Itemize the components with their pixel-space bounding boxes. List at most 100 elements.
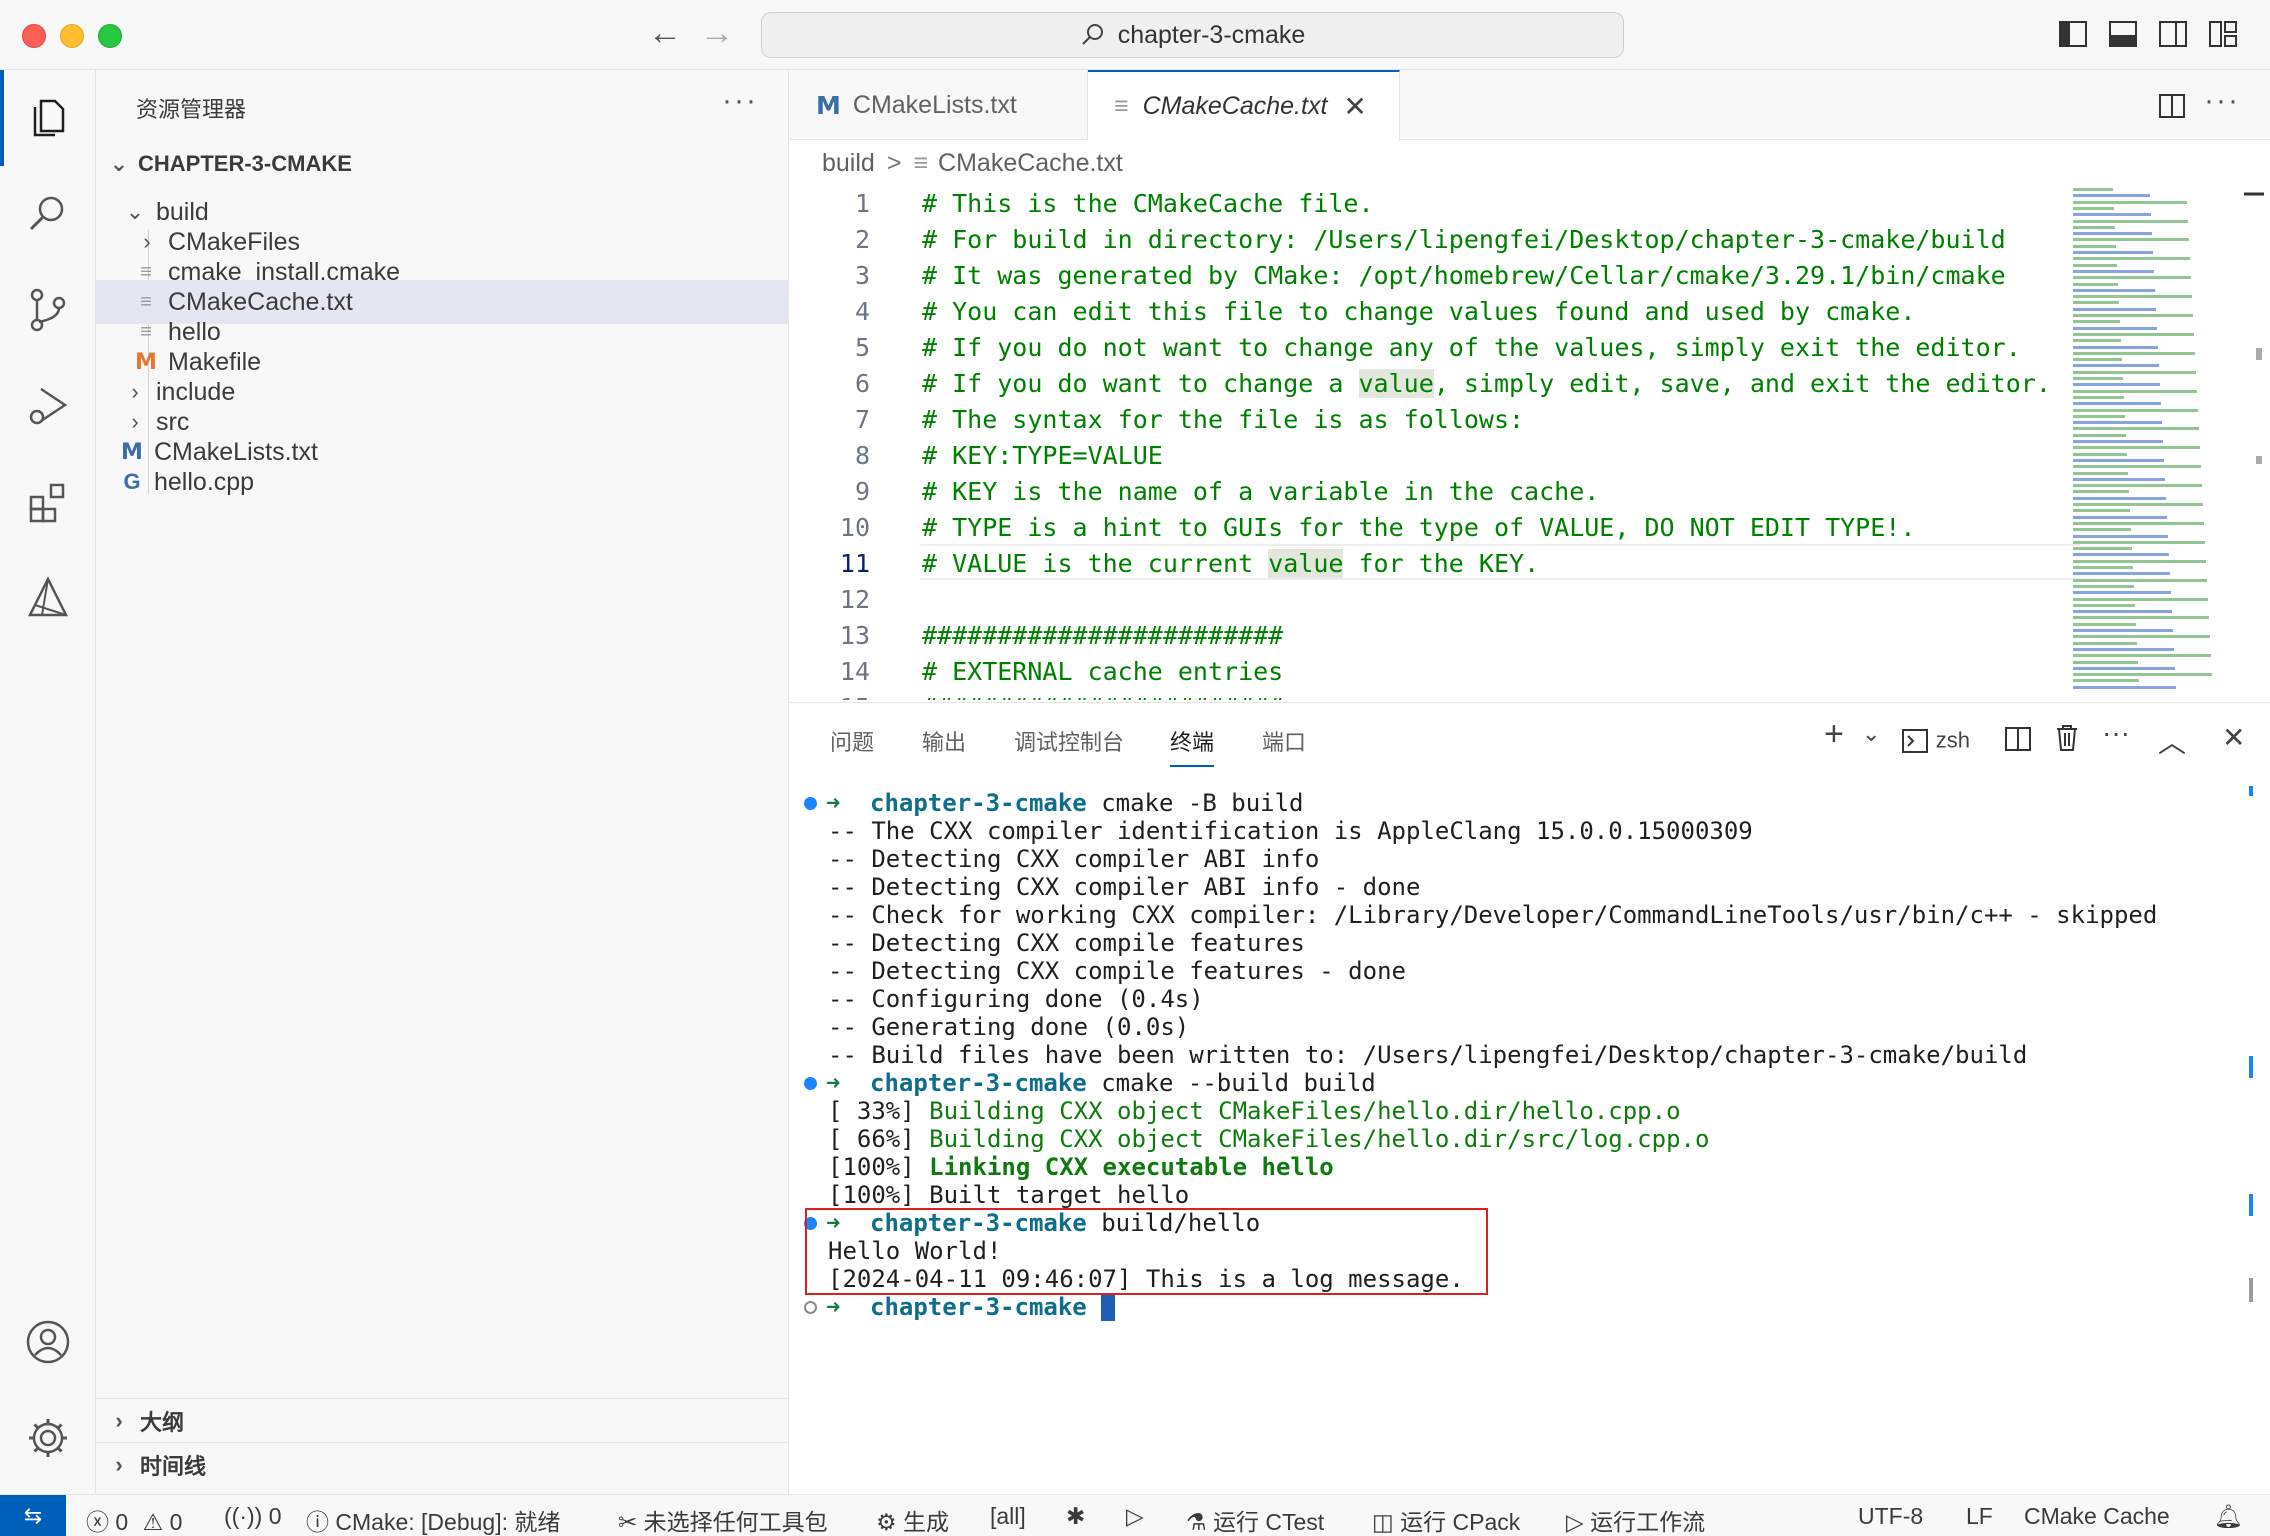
outline-section[interactable]: › 大纲: [96, 1398, 789, 1442]
cmake-build-button[interactable]: ⚙ 生成: [876, 1503, 949, 1536]
code-line[interactable]: 10 # TYPE is a hint to GUIs for the type …: [790, 510, 2070, 546]
code-line[interactable]: 2 # For build in directory: /Users/lipeng…: [790, 222, 2070, 258]
account-icon[interactable]: [0, 1294, 96, 1390]
build-progress: [100%]: [828, 1181, 930, 1209]
minimap-line: [2073, 314, 2193, 317]
panel-more-actions-icon[interactable]: ···: [2102, 717, 2130, 749]
code-line[interactable]: 15 ########################: [790, 690, 2070, 700]
code-editor[interactable]: 1 # This is the CMakeCache file. 2 # For bu…: [790, 184, 2270, 700]
workspace-root-folder[interactable]: ⌄ CHAPTER-3-CMAKE: [96, 142, 789, 186]
tab-debug-console[interactable]: 调试控制台: [1014, 725, 1124, 757]
code-line[interactable]: 8 # KEY:TYPE=VALUE: [790, 438, 2070, 474]
window-close-button[interactable]: [22, 24, 46, 48]
debug-bug-icon[interactable]: ✱: [1066, 1503, 1085, 1530]
maximize-panel-icon[interactable]: ︿: [2158, 721, 2186, 761]
window-maximize-button[interactable]: [98, 24, 122, 48]
ctest-button[interactable]: ⚗ 运行 CTest: [1186, 1503, 1324, 1536]
back-arrow-icon[interactable]: ←: [648, 14, 682, 53]
code-segment: # The syntax for the file is as follows:: [922, 405, 1525, 434]
split-terminal-icon[interactable]: [2004, 725, 2032, 753]
code-text: # It was generated by CMake: /opt/homebr…: [922, 258, 2006, 294]
code-line[interactable]: 12: [790, 582, 2070, 618]
line-number: 11: [839, 549, 870, 578]
code-line[interactable]: 4 # You can edit this file to change valu…: [790, 294, 2070, 330]
code-line[interactable]: 14 # EXTERNAL cache entries: [790, 654, 2070, 690]
run-debug-icon[interactable]: [0, 358, 96, 454]
code-line[interactable]: 6 # If you do want to change a value, sim…: [790, 366, 2070, 402]
code-line[interactable]: 5 # If you do not want to change any of t…: [790, 330, 2070, 366]
toggle-primary-sidebar-icon[interactable]: [2058, 19, 2088, 49]
settings-gear-icon[interactable]: [0, 1390, 96, 1486]
prompt-directory: chapter-3-cmake: [870, 1069, 1087, 1097]
toggle-panel-icon[interactable]: [2108, 19, 2138, 49]
split-editor-icon[interactable]: [2158, 92, 2186, 120]
code-line[interactable]: 9 # KEY is the name of a variable in the …: [790, 474, 2070, 510]
terminal-cursor: [1101, 1295, 1116, 1321]
output-text: -- Detecting CXX compiler ABI info - don…: [828, 873, 1421, 901]
tab-cmakecache[interactable]: ≡ CMakeCache.txt ✕: [1088, 70, 1400, 141]
minimap-line: [2073, 307, 2156, 311]
minimap-line: [2073, 421, 2162, 425]
eol-status[interactable]: LF: [1966, 1503, 1993, 1530]
command-center-search[interactable]: chapter-3-cmake: [761, 12, 1624, 58]
editor-scrollbar[interactable]: [2238, 184, 2270, 700]
new-terminal-icon[interactable]: +: [1824, 715, 1844, 754]
timeline-section[interactable]: › 时间线: [96, 1442, 789, 1486]
code-line[interactable]: 7 # The syntax for the file is as follows…: [790, 402, 2070, 438]
sidebar-more-actions-icon[interactable]: ···: [722, 84, 758, 118]
ports-status[interactable]: ((·)) 0: [224, 1503, 281, 1530]
editor-more-actions-icon[interactable]: ···: [2204, 84, 2240, 118]
command-status-dot-icon[interactable]: [804, 797, 817, 810]
terminal-shell-selector[interactable]: zsh: [1902, 723, 1970, 755]
language-mode-status[interactable]: CMake Cache: [2024, 1503, 2170, 1530]
cmake-kit-selector[interactable]: ✂ 未选择任何工具包: [618, 1503, 828, 1536]
code-line[interactable]: 11 # VALUE is the current value for the K…: [790, 546, 2070, 582]
cmake-icon[interactable]: [0, 550, 96, 646]
code-segment: , simply edit, save, and exit the editor…: [1433, 369, 2051, 398]
prompt-directory: chapter-3-cmake: [870, 1293, 1087, 1321]
encoding-status[interactable]: UTF-8: [1858, 1503, 1923, 1530]
cpack-button[interactable]: ◫ 运行 CPack: [1372, 1503, 1520, 1536]
source-control-icon[interactable]: [0, 262, 96, 358]
tab-cmakelists[interactable]: M CMakeLists.txt: [790, 70, 1088, 140]
close-panel-icon[interactable]: ✕: [2222, 721, 2245, 754]
explorer-icon[interactable]: [0, 70, 96, 166]
customize-layout-icon[interactable]: [2208, 19, 2238, 49]
command-status-dot-icon[interactable]: [804, 1301, 817, 1314]
workflow-button[interactable]: ▷ 运行工作流: [1566, 1503, 1705, 1536]
code-line[interactable]: 1 # This is the CMakeCache file.: [790, 186, 2070, 222]
cmake-status-label: CMake: [Debug]: 就绪: [335, 1509, 561, 1535]
remote-icon[interactable]: ⇆: [0, 1495, 66, 1536]
minimap-line: [2073, 257, 2190, 261]
code-segment: # EXTERNAL cache entries: [922, 657, 1284, 686]
problems-status[interactable]: ⓧ 0 ⚠ 0: [86, 1503, 182, 1536]
window-minimize-button[interactable]: [60, 24, 84, 48]
minimap[interactable]: [2065, 184, 2235, 700]
minimap-line: [2073, 364, 2159, 368]
chevron-down-icon[interactable]: ⌄: [1862, 721, 1880, 747]
command-status-dot-icon[interactable]: [804, 1077, 817, 1090]
breadcrumb-file[interactable]: CMakeCache.txt: [938, 149, 1123, 178]
output-text: -- Build files have been written to: /Us…: [828, 1041, 2028, 1069]
forward-arrow-icon[interactable]: →: [700, 14, 734, 53]
code-line[interactable]: 3 # It was generated by CMake: /opt/homeb…: [790, 258, 2070, 294]
breadcrumb-folder[interactable]: build: [822, 149, 875, 178]
tab-ports[interactable]: 端口: [1262, 725, 1306, 757]
chevron-right-icon: ›: [115, 1451, 123, 1477]
minimap-line: [2073, 395, 2124, 399]
run-play-icon[interactable]: ▷: [1126, 1503, 1144, 1530]
tree-item-hello-cpp[interactable]: G hello.cpp: [96, 460, 789, 504]
code-text: # KEY is the name of a variable in the c…: [922, 474, 1599, 510]
tab-problems[interactable]: 问题: [830, 725, 874, 757]
toggle-secondary-sidebar-icon[interactable]: [2158, 19, 2188, 49]
tab-output[interactable]: 输出: [922, 725, 966, 757]
trash-icon[interactable]: [2054, 723, 2080, 753]
cmake-status[interactable]: ⓘ CMake: [Debug]: 就绪: [306, 1503, 560, 1536]
search-icon[interactable]: [0, 166, 96, 262]
code-line[interactable]: 13 ########################: [790, 618, 2070, 654]
cmake-target-selector[interactable]: [all]: [990, 1503, 1026, 1530]
bell-icon[interactable]: 🔔︎: [2214, 1503, 2243, 1530]
extensions-icon[interactable]: [0, 454, 96, 550]
close-icon[interactable]: ✕: [1343, 90, 1366, 123]
tab-terminal[interactable]: 终端: [1170, 725, 1215, 767]
